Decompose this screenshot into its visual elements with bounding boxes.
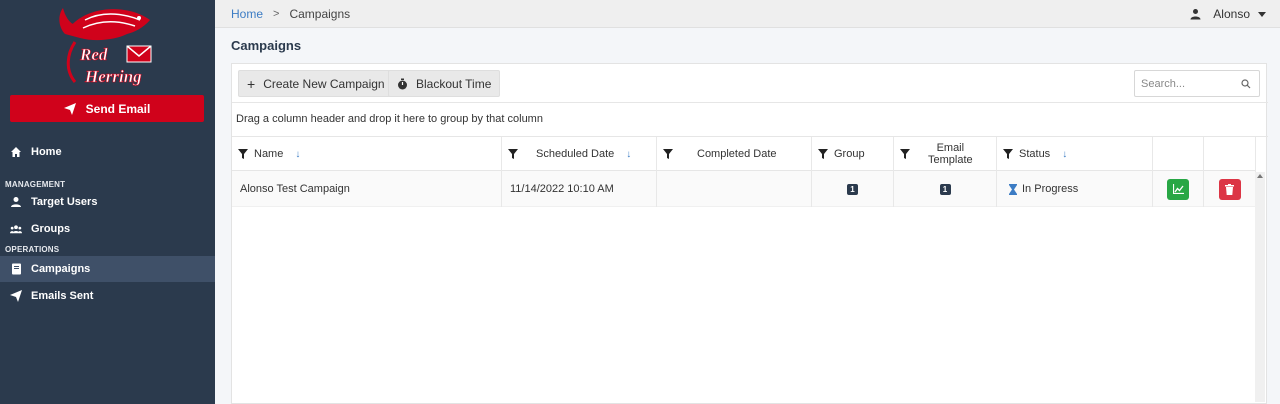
column-scheduled-label: Scheduled Date [536,148,615,160]
delete-campaign-button[interactable] [1218,178,1241,200]
user-icon [10,196,22,208]
red-herring-logo[interactable]: Red Herring [55,2,160,90]
group-panel[interactable]: Drag a column header and drop it here to… [232,102,1268,137]
column-header-completed-date[interactable]: Completed Date [657,137,812,171]
hourglass-icon [1009,183,1017,195]
user-icon [1190,9,1201,20]
chevron-down-icon [1258,11,1266,17]
column-status-label: Status [1019,148,1051,160]
sidebar: Red Herring Send Email Home MANAGEMENT T… [0,0,215,404]
sidebar-item-campaigns[interactable]: Campaigns [0,256,215,282]
user-menu[interactable]: Alonso [1190,7,1266,21]
send-email-label: Send Email [85,101,151,116]
column-group-label: Group [834,148,865,160]
cell-name: Alonso Test Campaign [232,171,502,207]
sort-arrow-icon: ↓ [1062,148,1068,160]
sidebar-item-target-users-label: Target Users [31,196,98,208]
table-header: Name ↓ Scheduled Date ↓ Completed Date G… [232,137,1256,171]
create-campaign-label: Create New Campaign [263,76,385,91]
sidebar-item-emails-sent-label: Emails Sent [31,290,94,302]
brand-line2: Herring [84,67,142,86]
filter-icon[interactable] [818,149,828,159]
cell-stats-action [1153,171,1204,207]
column-header-stats [1153,137,1204,171]
book-icon [10,263,22,275]
breadcrumb-current: Campaigns [289,7,351,21]
column-completed-label: Completed Date [697,148,777,160]
sidebar-item-target-users[interactable]: Target Users [0,189,215,215]
filter-icon[interactable] [900,149,910,159]
filter-icon[interactable] [663,149,673,159]
template-count-badge[interactable]: 1 [939,183,951,195]
group-count-badge[interactable]: 1 [847,183,858,195]
sidebar-item-groups-label: Groups [31,223,71,235]
search-icon[interactable] [1241,78,1251,89]
blackout-time-button[interactable]: Blackout Time [388,70,501,97]
cell-status: In Progress [997,171,1153,207]
top-bar: Home > Campaigns Alonso [215,0,1280,28]
page-title: Campaigns [231,38,302,53]
column-email-template-label: Email Template [928,142,973,166]
campaigns-card: + Create New Campaign Blackout Time Drag… [231,63,1268,404]
sidebar-item-emails-sent[interactable]: Emails Sent [0,283,215,309]
column-name-label: Name [254,148,284,160]
stopwatch-icon [398,78,407,89]
search-input[interactable] [1141,77,1241,90]
column-email-template-line1: Email [936,142,965,154]
section-management-heading: MANAGEMENT [5,180,66,189]
brand-line1: Red [79,45,108,64]
sort-arrow-icon: ↓ [626,148,632,160]
view-stats-button[interactable] [1167,178,1189,200]
vertical-scrollbar[interactable] [1255,172,1265,402]
cell-scheduled-date: 11/14/2022 10:10 AM [502,171,657,207]
column-header-email-template[interactable]: Email Template [894,137,997,171]
breadcrumb-separator: > [273,8,280,20]
cell-delete-action [1204,171,1256,207]
status-text: In Progress [1022,183,1079,195]
column-header-name[interactable]: Name ↓ [232,137,502,171]
table-row[interactable]: Alonso Test Campaign 11/14/2022 10:10 AM… [232,171,1256,207]
column-header-scheduled-date[interactable]: Scheduled Date ↓ [502,137,657,171]
chart-icon [1172,184,1184,194]
sidebar-item-campaigns-label: Campaigns [31,263,91,275]
cell-group: 1 [812,171,894,207]
sidebar-item-home-label: Home [31,146,62,158]
create-campaign-button[interactable]: + Create New Campaign [238,70,394,97]
cell-email-template: 1 [894,171,997,207]
users-group-icon [10,223,22,235]
sort-arrow-icon: ↓ [295,148,301,160]
section-operations-heading: OPERATIONS [5,245,60,254]
paper-plane-icon [63,102,76,115]
search-box [1134,70,1260,97]
send-email-button[interactable]: Send Email [10,95,204,122]
cell-completed-date [657,171,812,207]
trash-icon [1225,183,1234,195]
filter-icon[interactable] [508,149,518,159]
column-header-group[interactable]: Group [812,137,894,171]
paper-plane-icon [10,290,22,302]
filter-icon[interactable] [238,149,248,159]
home-icon [10,146,22,158]
filter-icon[interactable] [1003,149,1013,159]
column-header-delete [1204,137,1256,171]
breadcrumb-home-link[interactable]: Home [231,7,263,21]
column-header-status[interactable]: Status ↓ [997,137,1153,171]
sidebar-item-home[interactable]: Home [0,139,215,165]
breadcrumb: Home > Campaigns [231,7,350,21]
blackout-time-label: Blackout Time [416,76,492,91]
sidebar-item-groups[interactable]: Groups [0,216,215,242]
column-email-template-line2: Template [928,154,973,166]
plus-icon: + [247,75,256,92]
user-name: Alonso [1213,7,1250,21]
scroll-up-arrow-icon[interactable] [1257,174,1263,178]
